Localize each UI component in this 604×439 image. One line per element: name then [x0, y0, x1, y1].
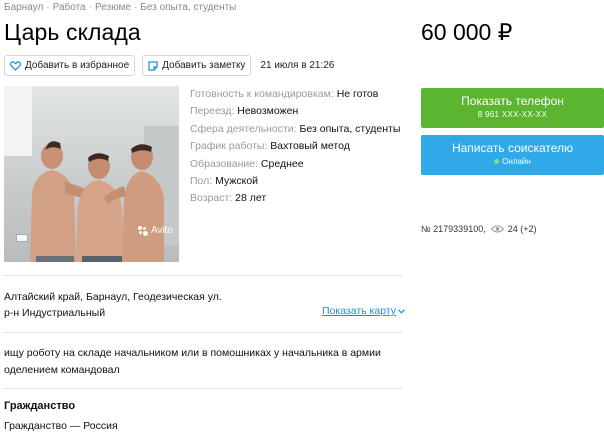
heart-icon — [10, 60, 21, 71]
resume-description: ищу роботу на складе начальником или в п… — [4, 347, 381, 376]
views-count: 24 (+2) — [507, 224, 537, 234]
detail-label: Образование: — [190, 157, 258, 170]
divider — [4, 388, 403, 389]
detail-age: Возраст: 28 лет — [190, 190, 400, 207]
citizenship-heading: Гражданство — [4, 400, 76, 412]
address-line: Алтайский край, Барнаул, Геодезическая у… — [4, 291, 222, 303]
online-status: Онлайн — [421, 157, 604, 166]
breadcrumb: Барнаул · Работа · Резюме · Без опыта, студент… — [4, 2, 236, 13]
divider — [4, 275, 403, 276]
avito-watermark: Avito — [137, 225, 173, 236]
add-to-favorites-button[interactable]: Добавить в избранное — [4, 55, 136, 76]
detail-value: Без опыта, студенты — [299, 122, 401, 135]
show-phone-button[interactable]: Показать телефон 8 961 XXX-XX-XX — [421, 88, 604, 128]
detail-relocation: Переезд: Невозможен — [190, 103, 400, 120]
add-to-favorites-label: Добавить в избранное — [25, 60, 130, 71]
detail-label: Сфера деятельности: — [190, 122, 297, 135]
online-dot-icon — [494, 159, 500, 164]
detail-value: Мужской — [215, 175, 259, 188]
detail-value: Не готов — [336, 88, 379, 100]
detail-gender: Пол: Мужской — [190, 173, 400, 190]
divider — [4, 332, 403, 333]
note-icon — [148, 60, 158, 71]
detail-label: Готовность к командировкам: — [190, 88, 334, 100]
address: Алтайский край, Барнаул, Геодезическая у… — [4, 289, 222, 321]
add-note-button[interactable]: Добавить заметку — [142, 55, 252, 76]
breadcrumb-item-work[interactable]: Работа — [53, 2, 86, 13]
detail-business-trips: Готовность к командировкам: Не готов — [190, 86, 400, 103]
breadcrumb-separator: · — [88, 2, 92, 13]
add-note-label: Добавить заметку — [162, 60, 246, 71]
listing-id: № 2179339100, — [421, 224, 486, 234]
show-map-label: Показать карту — [322, 305, 397, 317]
show-phone-label: Показать телефон — [461, 94, 564, 108]
phone-number-masked: 8 961 XXX-XX-XX — [477, 110, 548, 119]
breadcrumb-item-city[interactable]: Барнаул — [4, 2, 43, 13]
detail-value: 28 лет — [235, 192, 267, 205]
detail-value: Невозможен — [237, 105, 299, 118]
publish-date: 21 июля в 21:26 — [260, 60, 335, 71]
detail-label: Возраст: — [190, 192, 233, 205]
avito-watermark-text: Avito — [150, 225, 173, 236]
resume-photo[interactable]: Avito — [4, 86, 179, 262]
message-applicant-label: Написать соискателю — [451, 141, 574, 155]
detail-schedule: График работы: Вахтовый метод — [190, 138, 400, 155]
show-map-link[interactable]: Показать карту — [322, 305, 405, 317]
address-district: р-н Индустриальный — [4, 307, 106, 319]
action-row: Добавить в избранное Добавить заметку 21… — [4, 55, 334, 76]
detail-label: График работы: — [190, 140, 268, 153]
breadcrumb-separator: · — [133, 2, 138, 13]
breadcrumb-item-category[interactable]: Без опыта, студенты — [140, 2, 236, 13]
online-status-text: Онлайн — [502, 157, 531, 166]
detail-label: Пол: — [190, 175, 213, 188]
detail-value: Вахтовый метод — [270, 140, 350, 153]
resume-details: Готовность к командировкам: Не готов Пер… — [190, 86, 400, 208]
detail-education: Образование: Среднее — [190, 156, 400, 173]
breadcrumb-separator: · — [46, 2, 50, 13]
views-counter: 24 (+2) — [490, 224, 537, 234]
message-applicant-button[interactable]: Написать соискателю Онлайн — [421, 135, 604, 175]
detail-label: Переезд: — [190, 105, 235, 118]
chevron-down-icon — [398, 308, 405, 314]
breadcrumb-item-resume[interactable]: Резюме — [95, 2, 131, 13]
page-title: Царь склада — [4, 19, 141, 45]
detail-value: Среднее — [260, 157, 304, 170]
eye-icon — [490, 225, 504, 233]
salary-price: 60 000 ₽ — [421, 19, 513, 45]
detail-field: Сфера деятельности: Без опыта, студенты — [190, 121, 400, 138]
listing-meta: № 2179339100, 24 (+2) — [421, 224, 537, 234]
citizenship-value: Гражданство — Россия — [4, 420, 118, 432]
avito-logo-icon — [137, 225, 148, 236]
